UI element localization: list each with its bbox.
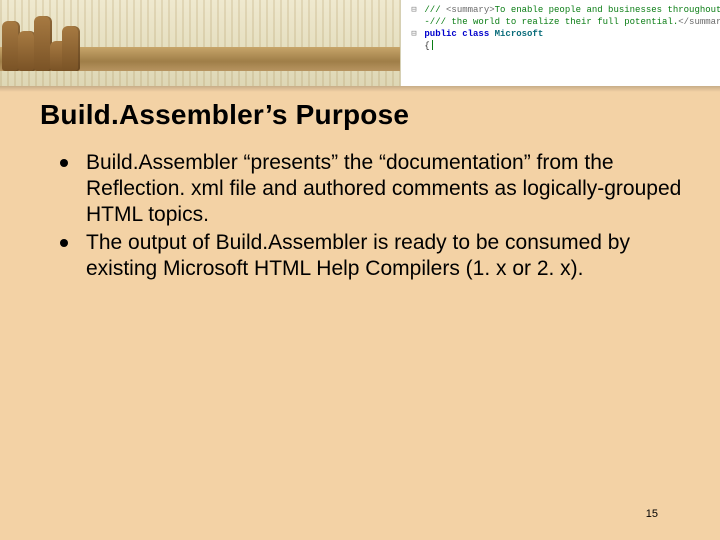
banner: ⊟ /// <summary>To enable people and busi… (0, 0, 720, 86)
code-line-4: { (409, 40, 714, 52)
bullet-text: The output of Build.Assembler is ready t… (86, 231, 630, 280)
bullet-item: Build.Assembler “presents” the “document… (58, 150, 690, 228)
banner-shadow (0, 86, 720, 92)
bullet-text: Build.Assembler “presents” the “document… (86, 151, 681, 226)
slide-body: Build.Assembler “presents” the “document… (58, 150, 690, 284)
slide-title: Build.Assembler’s Purpose (40, 99, 409, 131)
code-line-1: ⊟ /// <summary>To enable people and busi… (409, 4, 714, 16)
bullet-item: The output of Build.Assembler is ready t… (58, 230, 690, 282)
caret-icon (432, 40, 433, 50)
code-line-3: ⊟ public class Microsoft (409, 28, 714, 40)
banner-ornament (0, 16, 90, 71)
code-snippet: ⊟ /// <summary>To enable people and busi… (400, 0, 720, 86)
page-number: 15 (646, 508, 658, 520)
code-line-2: -/// the world to realize their full pot… (409, 16, 714, 28)
slide: ⊟ /// <summary>To enable people and busi… (0, 0, 720, 540)
